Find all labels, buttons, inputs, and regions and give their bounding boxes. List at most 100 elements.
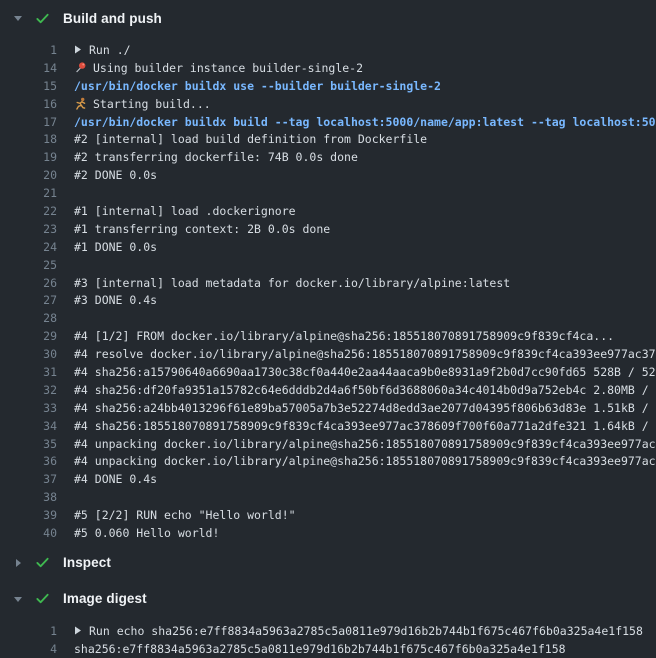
- status-success-badge: [35, 591, 50, 606]
- section-title: Build and push: [63, 11, 162, 26]
- section-header-image-digest[interactable]: Image digest: [0, 581, 656, 617]
- section-title: Image digest: [63, 591, 147, 606]
- line-number[interactable]: 16: [0, 97, 57, 111]
- log-line-content: sha256:e7ff8834a5963a2785c5a0811e979d16b…: [74, 642, 656, 656]
- success-check-icon: [35, 11, 50, 26]
- log-line-text: #3 DONE 0.4s: [74, 293, 157, 307]
- log-line: 37#4 DONE 0.4s: [0, 470, 656, 488]
- line-number[interactable]: 21: [0, 186, 57, 200]
- log-line-content: /usr/bin/docker buildx build --tag local…: [74, 115, 656, 129]
- line-number[interactable]: 23: [0, 222, 57, 236]
- log-line: 39 #5 [2/2] RUN echo "Hello world!": [0, 506, 656, 524]
- chevron-down-icon: [13, 594, 23, 604]
- log-line: 4 sha256:e7ff8834a5963a2785c5a0811e979d16…: [0, 640, 656, 658]
- log-line: 40 #5 0.060 Hello world!: [0, 524, 656, 542]
- line-number[interactable]: 26: [0, 276, 57, 290]
- line-number[interactable]: 1: [0, 624, 57, 638]
- pushpin-icon: [74, 61, 87, 74]
- log-line-content: #4 unpacking docker.io/library/alpine@sh…: [74, 437, 656, 451]
- line-number[interactable]: 14: [0, 61, 57, 75]
- log-line-text: #3 [internal] load metadata for docker.i…: [74, 276, 510, 290]
- log-line: 23 #1 transferring context: 2B 0.0s done: [0, 220, 656, 238]
- log-line-text: Starting build...: [93, 97, 211, 111]
- section-title: Inspect: [63, 555, 111, 570]
- log-line: 20 #2 DONE 0.0s: [0, 166, 656, 184]
- log-line-content: #1 transferring context: 2B 0.0s done: [74, 222, 656, 236]
- log-line: 19 #2 transferring dockerfile: 74B 0.0s d…: [0, 148, 656, 166]
- log-line: 18 #2 [internal] load build definition fr…: [0, 130, 656, 148]
- log-line-content: #2 [internal] load build definition from…: [74, 132, 656, 146]
- line-number[interactable]: 18: [0, 132, 57, 146]
- log-line: 31 #4 sha256:a15790640a6690aa1730c38cf0a4…: [0, 363, 656, 381]
- log-line-text: #1 DONE 0.0s: [74, 240, 157, 254]
- log-line-content: /usr/bin/docker buildx use --builder bui…: [74, 79, 656, 93]
- log-line-text: #1 [internal] load .dockerignore: [74, 204, 296, 218]
- log-line: 15/usr/bin/docker buildx use --builder b…: [0, 77, 656, 95]
- line-number[interactable]: 33: [0, 401, 57, 415]
- line-number[interactable]: 25: [0, 258, 57, 272]
- line-number[interactable]: 4: [0, 642, 57, 656]
- log-line-text: #4 sha256:a15790640a6690aa1730c38cf0a440…: [74, 365, 656, 379]
- log-line-content: #4 sha256:a24bb4013296f61e89ba57005a7b3e…: [74, 401, 656, 415]
- log-line-text: #1 transferring context: 2B 0.0s done: [74, 222, 330, 236]
- log-line: 17/usr/bin/docker buildx build --tag loc…: [0, 113, 656, 131]
- log-line-text: #2 transferring dockerfile: 74B 0.0s don…: [74, 150, 358, 164]
- log-line: 14 Using builder instance builder-single-…: [0, 59, 656, 77]
- section-log-lines: 1 Run ./ 14 Using builder instance builder-…: [0, 41, 656, 542]
- line-number[interactable]: 17: [0, 115, 57, 129]
- line-number[interactable]: 37: [0, 472, 57, 486]
- log-line-text: #5 [2/2] RUN echo "Hello world!": [74, 508, 296, 522]
- run-group-toggle-icon[interactable]: [74, 626, 82, 635]
- line-number[interactable]: 27: [0, 293, 57, 307]
- log-line: 24 #1 DONE 0.0s: [0, 238, 656, 256]
- log-line-content: #5 [2/2] RUN echo "Hello world!": [74, 508, 656, 522]
- section-header-build-and-push[interactable]: Build and push: [0, 0, 656, 36]
- section-header-inspect[interactable]: Inspect: [0, 545, 656, 581]
- log-line-text: Run ./: [89, 43, 131, 57]
- line-number[interactable]: 34: [0, 419, 57, 433]
- log-line: 25: [0, 256, 656, 274]
- line-number[interactable]: 24: [0, 240, 57, 254]
- line-number[interactable]: 30: [0, 347, 57, 361]
- log-line-text: #4 resolve docker.io/library/alpine@sha2…: [74, 347, 656, 361]
- line-number[interactable]: 38: [0, 490, 57, 504]
- log-line-content: Starting build...: [74, 97, 656, 111]
- line-number[interactable]: 15: [0, 79, 57, 93]
- log-line: 16 Starting build...: [0, 95, 656, 113]
- success-check-icon: [35, 555, 50, 570]
- log-line: 36 #4 unpacking docker.io/library/alpine@…: [0, 452, 656, 470]
- line-number[interactable]: 39: [0, 508, 57, 522]
- line-number[interactable]: 40: [0, 526, 57, 540]
- log-line-content: #4 sha256:185518070891758909c9f839cf4ca3…: [74, 419, 656, 433]
- success-check-icon: [35, 591, 50, 606]
- log-line-content: #2 DONE 0.0s: [74, 168, 656, 182]
- log-line-text: #4 sha256:df20fa9351a15782c64e6dddb2d4a6…: [74, 383, 656, 397]
- workflow-log-viewer: Build and push1Run ./14Using builder ins…: [0, 0, 656, 658]
- log-line: 22 #1 [internal] load .dockerignore: [0, 202, 656, 220]
- line-number[interactable]: 1: [0, 43, 57, 57]
- line-number[interactable]: 31: [0, 365, 57, 379]
- log-line: 21: [0, 184, 656, 202]
- line-number[interactable]: 19: [0, 150, 57, 164]
- chevron-down-icon: [13, 13, 23, 23]
- line-number[interactable]: 29: [0, 329, 57, 343]
- section-log-lines: 1Run echo sha256:e7ff8834a5963a2785c5a08…: [0, 622, 656, 658]
- line-number[interactable]: 28: [0, 311, 57, 325]
- log-line: 26 #3 [internal] load metadata for docker…: [0, 274, 656, 292]
- log-line-text: /usr/bin/docker buildx build --tag local…: [74, 115, 656, 129]
- log-line-content: #5 0.060 Hello world!: [74, 526, 656, 540]
- line-number[interactable]: 36: [0, 454, 57, 468]
- log-line-text: sha256:e7ff8834a5963a2785c5a0811e979d16b…: [74, 642, 566, 656]
- line-number[interactable]: 22: [0, 204, 57, 218]
- log-line-content: Using builder instance builder-single-2: [74, 61, 656, 75]
- line-number[interactable]: 20: [0, 168, 57, 182]
- status-success-badge: [35, 11, 50, 26]
- log-line: 28: [0, 309, 656, 327]
- line-number[interactable]: 32: [0, 383, 57, 397]
- log-line-text: #4 unpacking docker.io/library/alpine@sh…: [74, 454, 656, 468]
- log-line-text: #4 unpacking docker.io/library/alpine@sh…: [74, 437, 656, 451]
- line-number[interactable]: 35: [0, 437, 57, 451]
- run-group-toggle-icon[interactable]: [74, 45, 82, 54]
- log-line-content: Run ./: [74, 43, 656, 57]
- log-line: 38: [0, 488, 656, 506]
